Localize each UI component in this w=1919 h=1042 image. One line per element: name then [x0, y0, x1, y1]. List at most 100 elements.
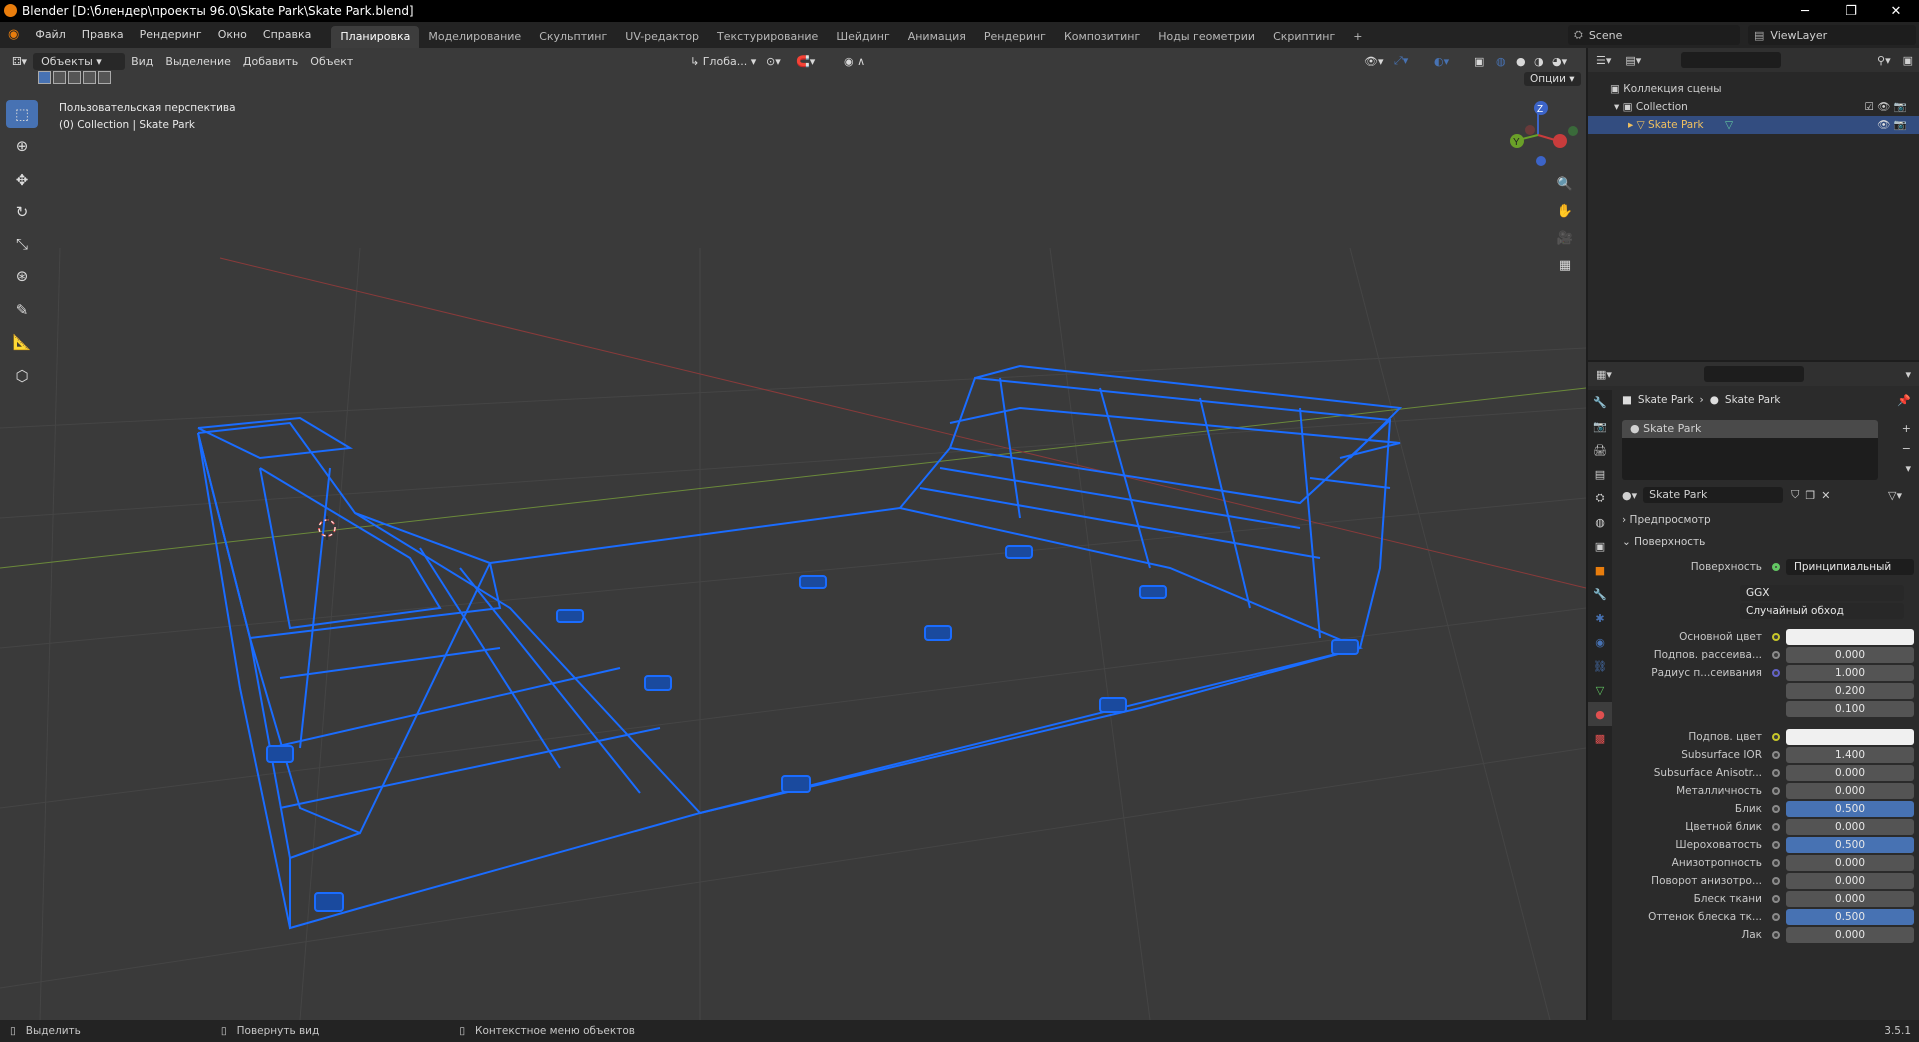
properties-search-input[interactable] — [1703, 366, 1804, 382]
distribution-dropdown[interactable]: GGX — [1740, 585, 1904, 601]
physics-tab-icon[interactable]: ◉ — [1588, 630, 1612, 654]
bsdf-row-value[interactable]: 0.500 — [1786, 837, 1914, 853]
collection-visibility-icon[interactable]: ☑ 👁 📷 — [1865, 98, 1908, 116]
view-layer-selector[interactable]: ▤ ViewLayer — [1748, 25, 1916, 45]
proportional-edit-icon[interactable]: ◉ ∧ — [838, 55, 871, 68]
bsdf-row-value[interactable]: 0.500 — [1786, 909, 1914, 925]
3d-cursor-icon[interactable] — [318, 516, 336, 540]
snap-icon[interactable]: 🧲▾ — [790, 55, 821, 68]
transform-orientation[interactable]: ↳ Глоба... ▾ — [684, 55, 762, 68]
tab-sculpting[interactable]: Скульптинг — [530, 26, 616, 48]
tab-animation[interactable]: Анимация — [899, 26, 975, 48]
socket-icon[interactable] — [1772, 877, 1780, 885]
menu-view[interactable]: Вид — [125, 55, 159, 68]
socket-icon[interactable] — [1772, 895, 1780, 903]
modifier-tab-icon[interactable]: 🔧 — [1588, 582, 1612, 606]
outliner-editor-icon[interactable]: ☰▾ — [1588, 54, 1619, 67]
render-tab-icon[interactable]: 📷 — [1588, 414, 1612, 438]
3d-viewport[interactable]: Z Y ⚃▾ Объекты ▾ Вид Выделение Добавить … — [0, 48, 1586, 1020]
bsdf-row-value[interactable]: 0.000 — [1786, 873, 1914, 889]
tab-modeling[interactable]: Моделирование — [419, 26, 530, 48]
menu-object[interactable]: Объект — [304, 55, 359, 68]
select-intersect-icon[interactable] — [98, 71, 111, 84]
socket-icon[interactable] — [1772, 805, 1780, 813]
socket-icon[interactable] — [1772, 931, 1780, 939]
options-dropdown[interactable]: Опции ▾ — [1524, 72, 1581, 86]
new-collection-icon[interactable]: ▣ — [1897, 54, 1919, 67]
mode-selector[interactable]: Объекты ▾ — [33, 52, 126, 70]
panel-preview[interactable]: › Предпросмотр — [1622, 514, 1711, 526]
tab-rendering[interactable]: Рендеринг — [975, 26, 1055, 48]
output-tab-icon[interactable]: 🖨 — [1588, 438, 1612, 462]
collection-tab-icon[interactable]: ▣ — [1588, 534, 1612, 558]
bsdf-row-value[interactable]: 0.500 — [1786, 801, 1914, 817]
pan-hand-icon[interactable]: ✋ — [1553, 199, 1577, 223]
ortho-grid-icon[interactable]: ▦ — [1553, 253, 1577, 277]
socket-icon[interactable] — [1772, 669, 1780, 677]
bsdf-row-value[interactable] — [1786, 629, 1914, 645]
rotate-tool-icon[interactable]: ↻ — [6, 198, 38, 226]
scale-tool-icon[interactable]: ⤡ — [6, 230, 38, 258]
zoom-icon[interactable]: 🔍 — [1553, 172, 1577, 196]
object-visibility-icon[interactable]: 👁 📷 — [1877, 116, 1907, 134]
unlink-material-icon[interactable]: ✕ — [1821, 489, 1830, 502]
material-browse-icon[interactable]: ●▾ — [1622, 489, 1637, 502]
material-filter-icon[interactable]: ▽▾ — [1888, 489, 1902, 502]
select-extend-icon[interactable] — [53, 71, 66, 84]
bsdf-row-value[interactable]: 1.400 — [1786, 747, 1914, 763]
blender-menu-icon[interactable]: ◉ — [0, 22, 27, 48]
bsdf-row-value[interactable]: 0.000 — [1786, 891, 1914, 907]
navigation-gizmo[interactable]: Z Y — [1510, 101, 1578, 166]
add-cube-tool-icon[interactable]: ⬡ — [6, 362, 38, 390]
socket-icon[interactable] — [1772, 787, 1780, 795]
gizmo-toggle-icon[interactable]: ⤢▾ — [1388, 54, 1414, 68]
slot-specials-icon[interactable]: ▾ — [1905, 462, 1911, 475]
properties-editor-icon[interactable]: ▦▾ — [1588, 368, 1620, 381]
pivot-icon[interactable]: ⊙▾ — [760, 55, 787, 68]
camera-view-icon[interactable]: 🎥 — [1553, 226, 1577, 250]
tab-scripting[interactable]: Скриптинг — [1264, 26, 1344, 48]
duplicate-material-icon[interactable]: ❐ — [1805, 489, 1815, 502]
outliner-object-skate-park[interactable]: ▸ ▽ Skate Park ▽ 👁 📷 — [1588, 116, 1919, 134]
add-slot-icon[interactable]: + — [1902, 422, 1911, 435]
move-tool-icon[interactable]: ✥ — [6, 166, 38, 194]
select-subtract-icon[interactable] — [68, 71, 81, 84]
xray-icon[interactable]: ▣ — [1468, 55, 1490, 68]
socket-icon[interactable] — [1772, 823, 1780, 831]
select-new-icon[interactable] — [38, 71, 51, 84]
add-workspace-icon[interactable]: + — [1344, 26, 1371, 48]
maximize-icon[interactable]: ❐ — [1828, 0, 1874, 22]
bsdf-row-value[interactable]: 0.000 — [1786, 765, 1914, 781]
bsdf-row-value[interactable]: 0.000 — [1786, 783, 1914, 799]
editor-type-icon[interactable]: ⚃▾ — [6, 55, 33, 68]
overlay-toggle-icon[interactable]: ◐▾ — [1428, 55, 1455, 68]
bsdf-row-value[interactable]: 0.000 — [1786, 647, 1914, 663]
socket-icon[interactable] — [1772, 633, 1780, 641]
bsdf-row-value[interactable] — [1786, 729, 1914, 745]
surface-shader-field[interactable]: Принципиальный BSDF — [1786, 559, 1914, 575]
wireframe-shading-icon[interactable]: ◍ — [1490, 55, 1512, 68]
select-invert-icon[interactable] — [83, 71, 96, 84]
material-tab-icon[interactable]: ● — [1588, 702, 1612, 726]
fake-user-icon[interactable]: ⛉ — [1791, 488, 1799, 502]
tab-texture-paint[interactable]: Текстурирование — [708, 26, 827, 48]
bsdf-row-value[interactable]: 0.000 — [1786, 855, 1914, 871]
scene-selector[interactable]: ⛭ Scene — [1568, 25, 1740, 45]
material-name-field[interactable]: Skate Park — [1643, 487, 1784, 503]
tab-layout[interactable]: Планировка — [331, 26, 420, 48]
socket-icon[interactable] — [1772, 859, 1780, 867]
tab-geometry-nodes[interactable]: Ноды геометрии — [1149, 26, 1264, 48]
tool-tab-icon[interactable]: 🔧 — [1588, 390, 1612, 414]
world-tab-icon[interactable]: ◍ — [1588, 510, 1612, 534]
measure-tool-icon[interactable]: 📐 — [6, 328, 38, 356]
outliner-search-input[interactable] — [1681, 52, 1782, 68]
panel-surface[interactable]: ⌄ Поверхность — [1622, 536, 1705, 548]
pin-icon[interactable]: 📌 — [1897, 394, 1911, 407]
socket-icon[interactable] — [1772, 733, 1780, 741]
bsdf-row-value[interactable]: 0.100 — [1786, 701, 1914, 717]
rendered-shading-icon[interactable]: ◕▾ — [1546, 55, 1573, 68]
cursor-tool-icon[interactable]: ⊕ — [6, 132, 38, 160]
remove-slot-icon[interactable]: − — [1902, 442, 1911, 455]
particles-tab-icon[interactable]: ✱ — [1588, 606, 1612, 630]
surface-socket-icon[interactable] — [1772, 563, 1780, 571]
